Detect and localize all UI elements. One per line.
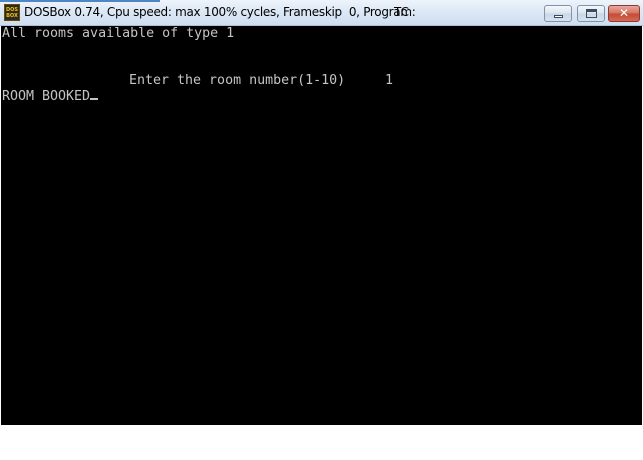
title-bar-accent bbox=[0, 0, 160, 2]
maximize-button[interactable] bbox=[577, 5, 605, 22]
terminal-status: ROOM BOOKED bbox=[2, 89, 91, 104]
minimize-button[interactable] bbox=[544, 5, 572, 22]
maximize-icon bbox=[586, 9, 597, 18]
window-title-program: TC bbox=[394, 5, 410, 19]
dosbox-icon[interactable]: DOS BOX bbox=[4, 4, 20, 21]
terminal-prompt: Enter the room number(1-10) bbox=[129, 73, 346, 88]
minimize-icon bbox=[554, 15, 563, 18]
dosbox-window: DOS BOX DOSBox 0.74, Cpu speed: max 100%… bbox=[0, 0, 643, 426]
terminal-prompt-value: 1 bbox=[385, 73, 394, 88]
window-title: DOSBox 0.74, Cpu speed: max 100% cycles,… bbox=[24, 5, 416, 19]
close-button[interactable]: ✕ bbox=[608, 5, 640, 22]
terminal-status-line: ROOM BOOKED bbox=[2, 89, 99, 104]
title-bar[interactable]: DOS BOX DOSBox 0.74, Cpu speed: max 100%… bbox=[0, 0, 643, 26]
text-cursor bbox=[90, 98, 99, 100]
terminal-line-availability: All rooms available of type 1 bbox=[2, 26, 235, 41]
dosbox-icon-text-bottom: BOX bbox=[6, 12, 18, 19]
close-icon: ✕ bbox=[618, 6, 630, 20]
dos-screen[interactable]: All rooms available of type 1 Enter the … bbox=[1, 26, 642, 425]
